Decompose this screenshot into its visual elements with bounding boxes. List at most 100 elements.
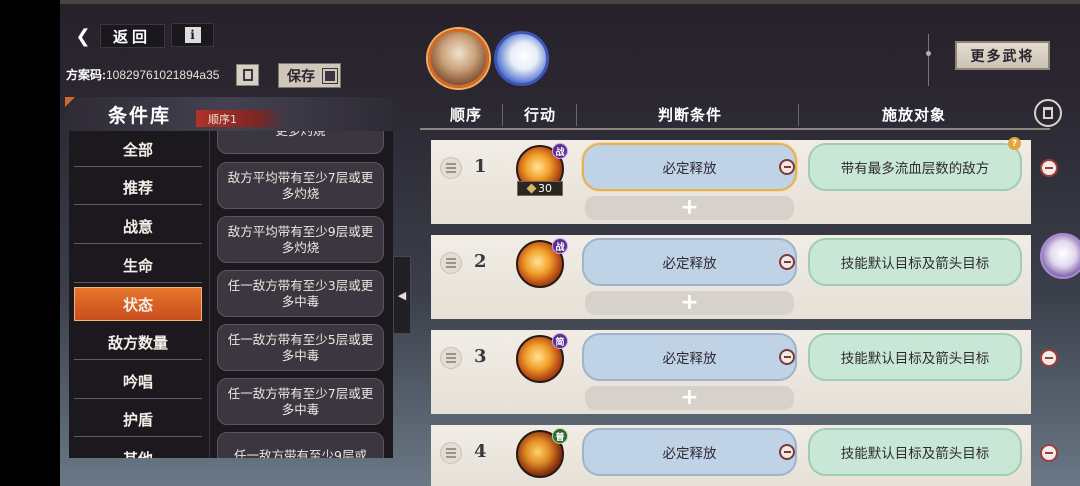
remove-condition-icon[interactable] [779,159,795,175]
plan-code-label: 方案码: [66,68,106,82]
category-health[interactable]: 生命 [74,249,202,283]
row-number: 4 [474,441,487,462]
save-button[interactable]: 保存 [278,63,341,88]
drag-handle-icon[interactable] [440,252,462,274]
help-icon[interactable]: ? [1008,137,1021,150]
condition-item[interactable]: 任一敌方带有至少9层或 [217,432,384,458]
header-divider [928,34,929,86]
target-slot[interactable]: 技能默认目标及箭头目标 [808,238,1022,286]
general-avatar-dragon[interactable] [494,31,549,86]
more-generals-button[interactable]: 更多武将 [955,41,1050,70]
back-arrow-icon: ❮ [75,25,91,47]
header-underline [420,128,1050,130]
condition-item[interactable]: 更多灼烧 [217,131,384,154]
condition-slot[interactable]: 必定释放 [582,333,797,381]
skill-icon[interactable]: 普 [516,428,568,478]
strategy-row: 4 普 必定释放 技能默认目标及箭头目标 [431,425,1031,486]
category-enemy-count[interactable]: 敌方数量 [74,326,202,360]
collapse-panel-button[interactable]: ◀ [393,256,411,334]
plan-code: 方案码:10829761021894a35 [66,66,219,83]
target-slot[interactable]: 技能默认目标及箭头目标 [808,333,1022,381]
add-condition-button[interactable]: + [585,291,794,315]
skill-type-badge: 普 [552,428,568,444]
save-label: 保存 [287,68,315,85]
drag-handle-icon[interactable] [440,347,462,369]
category-fighting-spirit[interactable]: 战意 [74,210,202,244]
drag-handle-icon[interactable] [440,442,462,464]
save-icon [322,67,338,84]
header-separator [576,104,577,126]
plan-code-value: 10829761021894a35 [106,68,220,82]
remove-condition-icon[interactable] [779,444,795,460]
trash-icon [1043,107,1053,119]
target-slot[interactable]: 技能默认目标及箭头目标 [808,428,1022,476]
skill-type-badge: 战 [552,238,568,254]
floating-general-avatar[interactable] [1040,233,1080,279]
header-separator [798,104,799,126]
strategy-row: 1 战 30 必定释放 + 带有最多流血层数的敌方 ? [431,137,1031,224]
delete-all-button[interactable] [1034,99,1062,127]
skill-type-badge: 战 [552,143,568,159]
header-divider-dot [926,51,931,56]
general-avatar-selected[interactable] [428,29,489,88]
back-label: 返回 [100,24,165,48]
skill-icon[interactable]: 简 [516,333,568,383]
category-all[interactable]: 全部 [74,133,202,167]
top-divider [60,0,1080,4]
condition-item[interactable]: 任一敌方带有至少7层或更多中毒 [217,378,384,425]
condition-text: 必定释放 [662,256,717,272]
condition-item[interactable]: 任一敌方带有至少3层或更多中毒 [217,270,384,317]
condition-item[interactable]: 敌方平均带有至少9层或更多灼烧 [217,216,384,263]
header-order: 顺序 [450,106,483,124]
skill-cost-value: 30 [538,182,552,195]
header-separator [502,104,503,126]
target-text: 技能默认目标及箭头目标 [840,256,990,272]
condition-text: 必定释放 [662,351,717,367]
row-number: 2 [474,251,487,272]
condition-item[interactable]: 敌方平均带有至少7层或更多灼烧 [217,162,384,209]
info-button[interactable]: i [171,23,214,47]
delete-row-button[interactable] [1040,159,1058,177]
condition-text: 必定释放 [662,161,717,177]
condition-item[interactable]: 任一敌方带有至少5层或更多中毒 [217,324,384,371]
row-number: 1 [474,156,487,177]
skill-icon[interactable]: 战 [516,238,568,288]
condition-list: 更多灼烧 敌方平均带有至少7层或更多灼烧 敌方平均带有至少9层或更多灼烧 任一敌… [209,131,393,458]
add-condition-button[interactable]: + [585,196,794,220]
header-condition: 判断条件 [658,106,723,124]
order-tag: 顺序1 [196,110,284,127]
copy-icon [242,69,253,81]
header-target: 施放对象 [882,106,947,124]
target-text: 技能默认目标及箭头目标 [840,351,990,367]
info-icon: i [184,27,201,43]
condition-slot[interactable]: 必定释放 [582,143,797,191]
skill-cost: 30 [517,181,563,196]
condition-text: 必定释放 [662,446,717,462]
target-text: 技能默认目标及箭头目标 [840,446,990,462]
diamond-icon [526,183,537,194]
category-other[interactable]: 其他 [74,442,202,458]
drag-handle-icon[interactable] [440,157,462,179]
condition-slot[interactable]: 必定释放 [582,238,797,286]
category-recommended[interactable]: 推荐 [74,171,202,205]
strategy-row: 3 简 必定释放 + 技能默认目标及箭头目标 [431,330,1031,414]
condition-slot[interactable]: 必定释放 [582,428,797,476]
category-status[interactable]: 状态 [74,287,202,321]
delete-row-button[interactable] [1040,444,1058,462]
header-action: 行动 [524,106,557,124]
target-slot[interactable]: 带有最多流血层数的敌方 [808,143,1022,191]
skill-type-badge: 简 [552,333,568,349]
category-chant[interactable]: 吟唱 [74,365,202,399]
add-condition-button[interactable]: + [585,386,794,410]
delete-row-button[interactable] [1040,349,1058,367]
copy-code-button[interactable] [236,64,259,86]
back-button[interactable]: ❮ 返回 [70,23,165,49]
remove-condition-icon[interactable] [779,349,795,365]
condition-library: 全部 推荐 战意 生命 状态 敌方数量 吟唱 护盾 其他 更多灼烧 敌方平均带有… [69,131,393,458]
remove-condition-icon[interactable] [779,254,795,270]
game-screen: ❮ 返回 i 方案码:10829761021894a35 保存 更多武将 条件库… [60,0,1080,486]
strategy-row: 2 战 必定释放 + 技能默认目标及箭头目标 [431,235,1031,319]
header-corner-accent [65,97,75,107]
category-shield[interactable]: 护盾 [74,403,202,437]
condition-library-title: 条件库 [108,105,172,127]
